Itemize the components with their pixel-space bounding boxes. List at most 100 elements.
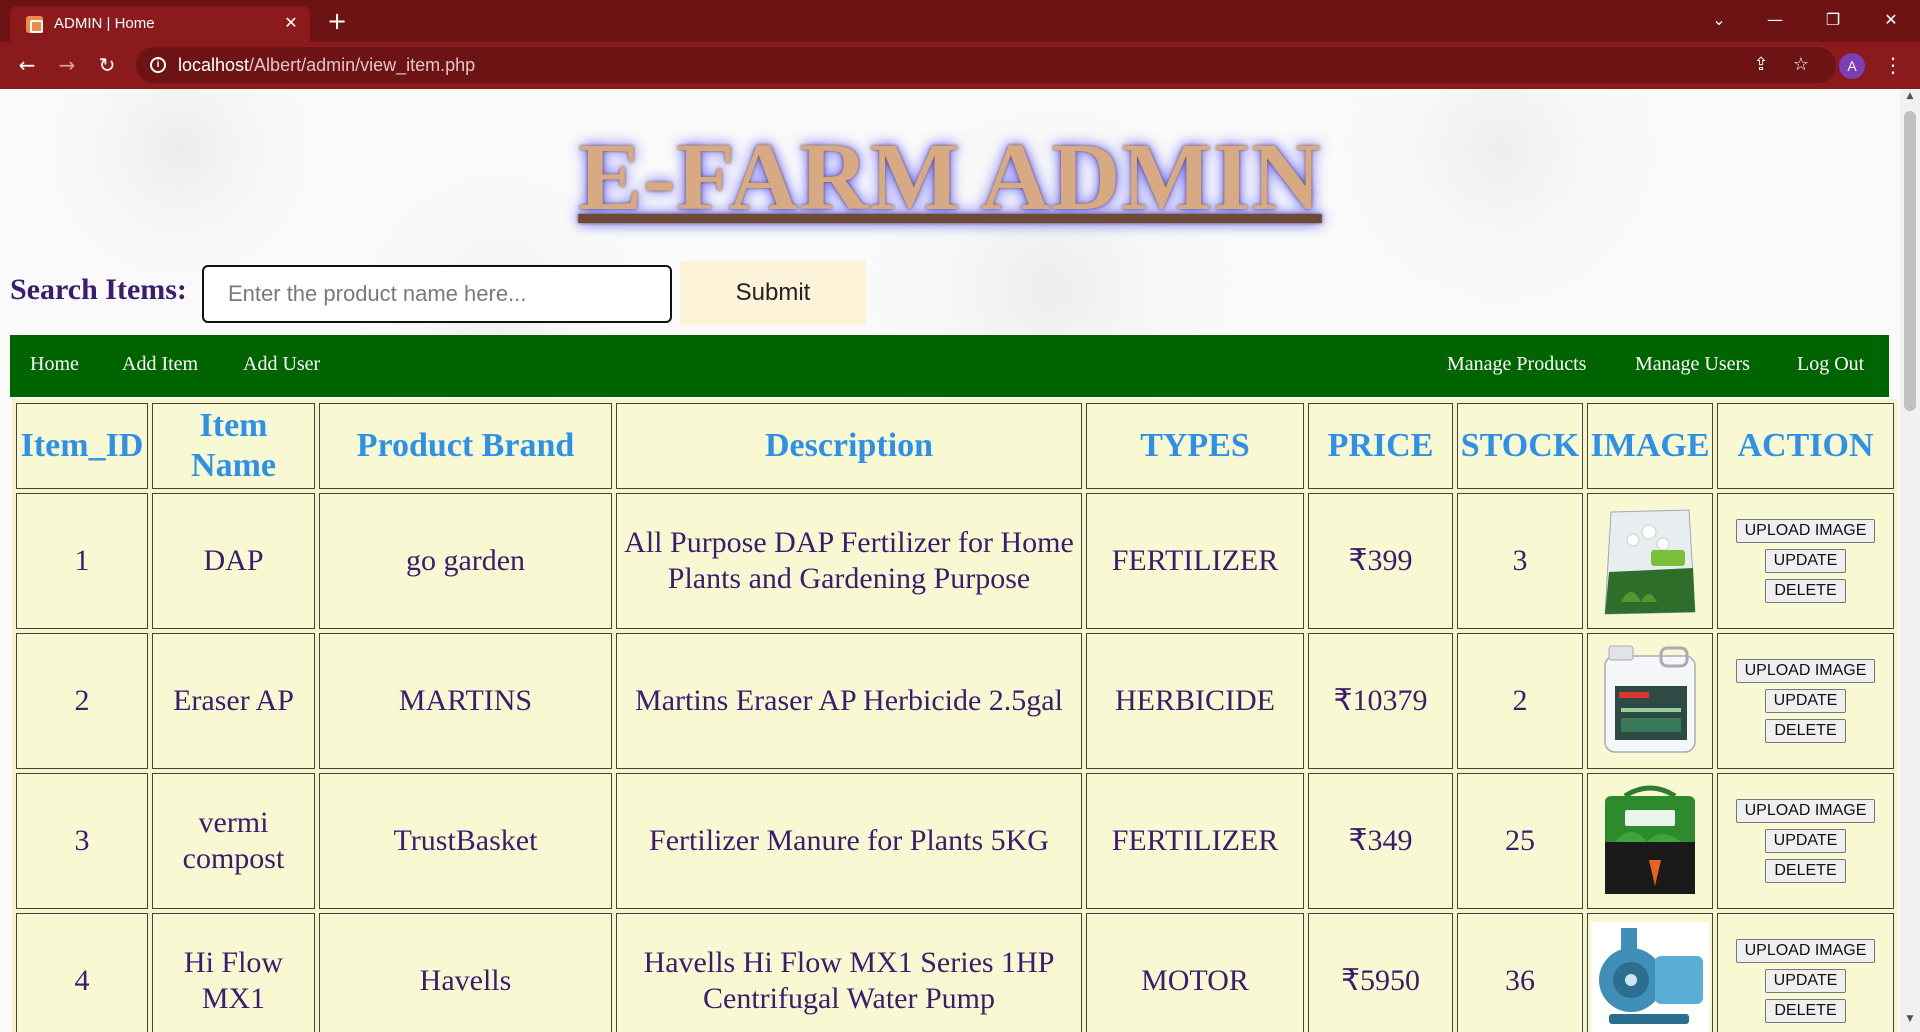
cell-description: All Purpose DAP Fertilizer for Home Plan… [616, 493, 1082, 629]
cell-item-name: DAP [152, 493, 315, 629]
update-button[interactable]: UPDATE [1764, 829, 1847, 853]
cell-image [1587, 633, 1713, 769]
browser-menu-icon[interactable]: ⋮ [1878, 50, 1908, 80]
upload-image-button[interactable]: UPLOAD IMAGE [1735, 659, 1876, 683]
cell-stock: 36 [1457, 913, 1583, 1032]
cell-image [1587, 913, 1713, 1032]
bookmark-star-icon[interactable]: ☆ [1786, 50, 1816, 80]
table-row: 3 vermi compost TrustBasket Fertilizer M… [16, 773, 1894, 909]
page-viewport: E-FARM ADMIN Search Items: Submit Home A… [0, 89, 1900, 1032]
cell-action: UPLOAD IMAGE UPDATE DELETE [1717, 773, 1894, 909]
nav-log-out[interactable]: Log Out [1797, 353, 1864, 376]
header-item-name: Item Name [152, 403, 315, 489]
cell-brand: Havells [319, 913, 612, 1032]
cell-item-name: Eraser AP [152, 633, 315, 769]
profile-avatar[interactable]: A [1839, 53, 1865, 79]
upload-image-button[interactable]: UPLOAD IMAGE [1735, 939, 1876, 963]
back-icon[interactable]: ← [12, 50, 42, 80]
new-tab-icon[interactable]: + [322, 6, 352, 36]
table-header-row: Item_ID Item Name Product Brand Descript… [16, 403, 1894, 489]
upload-image-button[interactable]: UPLOAD IMAGE [1735, 799, 1876, 823]
cell-action: UPLOAD IMAGE UPDATE DELETE [1717, 633, 1894, 769]
header-item-id: Item_ID [16, 403, 148, 489]
cell-item-name: vermi compost [152, 773, 315, 909]
cell-action: UPLOAD IMAGE UPDATE DELETE [1717, 493, 1894, 629]
cell-type: MOTOR [1086, 913, 1304, 1032]
tab-search-chevron-icon[interactable]: ⌄ [1694, 0, 1744, 40]
cell-description: Fertilizer Manure for Plants 5KG [616, 773, 1082, 909]
cell-action: UPLOAD IMAGE UPDATE DELETE [1717, 913, 1894, 1032]
page-title: E-FARM ADMIN [578, 123, 1322, 230]
url-text[interactable]: localhost/Albert/admin/view_item.php [178, 55, 475, 76]
delete-button[interactable]: DELETE [1765, 719, 1846, 743]
cell-image [1587, 773, 1713, 909]
cell-item-name: Hi Flow MX1 [152, 913, 315, 1032]
header-types: TYPES [1086, 403, 1304, 489]
cell-type: HERBICIDE [1086, 633, 1304, 769]
cell-type: FERTILIZER [1086, 773, 1304, 909]
close-tab-icon[interactable]: ✕ [280, 12, 302, 34]
forward-icon[interactable]: → [52, 50, 82, 80]
submit-button[interactable]: Submit [680, 261, 866, 325]
cell-stock: 3 [1457, 493, 1583, 629]
close-window-icon[interactable]: ✕ [1866, 0, 1916, 40]
table-row: 1 DAP go garden All Purpose DAP Fertiliz… [16, 493, 1894, 629]
cell-stock: 25 [1457, 773, 1583, 909]
update-button[interactable]: UPDATE [1764, 549, 1847, 573]
url-path: /Albert/admin/view_item.php [249, 55, 476, 75]
table-row: 2 Eraser AP MARTINS Martins Eraser AP He… [16, 633, 1894, 769]
xampp-favicon-icon [26, 16, 43, 33]
browser-tab[interactable]: ADMIN | Home ✕ [10, 6, 310, 42]
delete-button[interactable]: DELETE [1765, 579, 1846, 603]
header-description: Description [616, 403, 1082, 489]
page-scrollbar[interactable]: ▲ ▼ [1900, 89, 1920, 1032]
tab-title: ADMIN | Home [54, 15, 155, 32]
header-image: IMAGE [1587, 403, 1713, 489]
cell-price: ₹399 [1308, 493, 1453, 629]
table-row: 4 Hi Flow MX1 Havells Havells Hi Flow MX… [16, 913, 1894, 1032]
site-info-icon[interactable]: i [150, 57, 166, 73]
search-label: Search Items: [10, 273, 187, 306]
cell-description: Havells Hi Flow MX1 Series 1HP Centrifug… [616, 913, 1082, 1032]
cell-stock: 2 [1457, 633, 1583, 769]
upload-image-button[interactable]: UPLOAD IMAGE [1735, 519, 1876, 543]
scroll-up-arrow-icon[interactable]: ▲ [1900, 91, 1920, 107]
dap-fertilizer-bag-image [1604, 509, 1696, 615]
header-stock: STOCK [1457, 403, 1583, 489]
address-toolbar: ← → ↻ i localhost/Albert/admin/view_item… [0, 42, 1920, 89]
minimize-icon[interactable]: — [1750, 0, 1800, 40]
cell-price: ₹349 [1308, 773, 1453, 909]
browser-tab-strip: ADMIN | Home ✕ + ⌄ — ❐ ✕ [0, 0, 1920, 42]
update-button[interactable]: UPDATE [1764, 689, 1847, 713]
header-price: PRICE [1308, 403, 1453, 489]
cell-item-id: 3 [16, 773, 148, 909]
update-button[interactable]: UPDATE [1764, 969, 1847, 993]
herbicide-jug-image [1604, 645, 1696, 753]
nav-add-item[interactable]: Add Item [122, 353, 198, 376]
restore-icon[interactable]: ❐ [1808, 0, 1858, 40]
scroll-thumb[interactable] [1904, 111, 1916, 411]
admin-navbar: Home Add Item Add User Manage Products M… [10, 335, 1889, 397]
nav-manage-products[interactable]: Manage Products [1447, 353, 1586, 376]
nav-home[interactable]: Home [30, 353, 79, 376]
scroll-down-arrow-icon[interactable]: ▼ [1900, 1014, 1920, 1030]
delete-button[interactable]: DELETE [1765, 999, 1846, 1023]
items-table: Item_ID Item Name Product Brand Descript… [12, 399, 1898, 1032]
address-bar[interactable]: i localhost/Albert/admin/view_item.php ⇪… [136, 47, 1836, 83]
reload-icon[interactable]: ↻ [92, 50, 122, 80]
water-pump-image [1591, 922, 1709, 1032]
header-product-brand: Product Brand [319, 403, 612, 489]
cell-price: ₹10379 [1308, 633, 1453, 769]
cell-brand: go garden [319, 493, 612, 629]
search-input[interactable] [202, 265, 672, 323]
delete-button[interactable]: DELETE [1765, 859, 1846, 883]
nav-manage-users[interactable]: Manage Users [1635, 353, 1750, 376]
header-action: ACTION [1717, 403, 1894, 489]
url-host: localhost [178, 55, 250, 75]
cell-type: FERTILIZER [1086, 493, 1304, 629]
cell-price: ₹5950 [1308, 913, 1453, 1032]
nav-add-user[interactable]: Add User [243, 353, 320, 376]
vermi-compost-bag-image [1605, 785, 1695, 894]
share-icon[interactable]: ⇪ [1746, 50, 1776, 80]
cell-item-id: 4 [16, 913, 148, 1032]
